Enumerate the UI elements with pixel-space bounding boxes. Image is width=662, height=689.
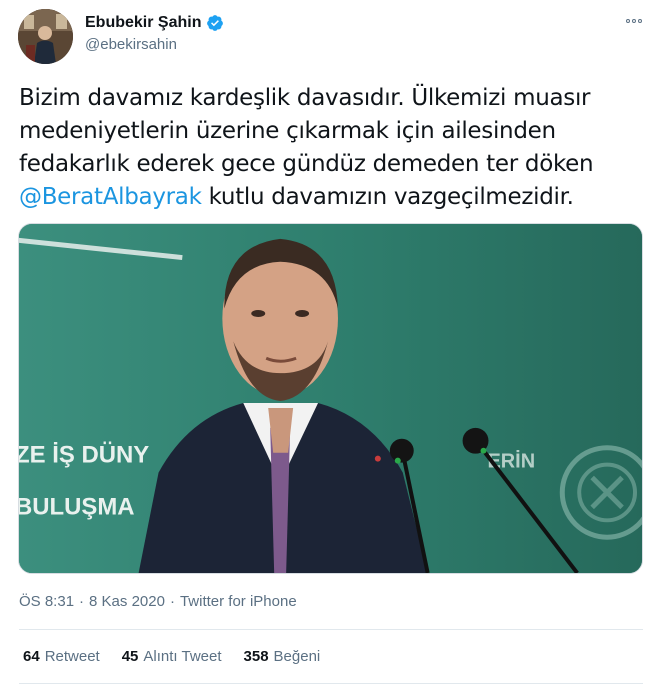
tweet-text: Bizim davamız kardeşlik davasıdır. Ülkem… bbox=[19, 82, 639, 214]
avatar[interactable] bbox=[18, 9, 73, 64]
tweet-card: Ebubekir Şahin @ebekirsahin Bizim davamı… bbox=[0, 0, 662, 689]
avatar-image bbox=[18, 9, 73, 64]
more-options-icon[interactable] bbox=[622, 12, 646, 30]
tweet-source[interactable]: Twitter for iPhone bbox=[180, 593, 297, 610]
backdrop-text-line1: ZE İŞ DÜNY bbox=[19, 442, 149, 469]
author-name-row[interactable]: Ebubekir Şahin bbox=[85, 14, 224, 32]
quote-tweets-stat[interactable]: 45 Alıntı Tweet bbox=[122, 648, 222, 665]
likes-stat[interactable]: 358 Beğeni bbox=[244, 648, 321, 665]
quote-tweets-count: 45 bbox=[121, 648, 139, 665]
divider bbox=[19, 683, 643, 684]
retweets-count: 64 bbox=[23, 648, 40, 665]
tweet-text-start: Bizim davamız kardeşlik davasıdır. Ülkem… bbox=[19, 85, 594, 177]
tweet-stats: 64 Retweet 45 Alıntı Tweet 358 Beğeni bbox=[23, 648, 320, 665]
photo-image: ZE İŞ DÜNY BULUŞMA ERİN bbox=[19, 224, 642, 573]
verified-badge-icon bbox=[207, 15, 224, 31]
quote-tweets-label: Alıntı Tweet bbox=[143, 648, 222, 665]
tweet-photo[interactable]: ZE İŞ DÜNY BULUŞMA ERİN bbox=[18, 223, 643, 574]
tweet-meta: ÖS 8:31 · 8 Kas 2020 · Twitter for iPhon… bbox=[19, 593, 297, 610]
author-display-name[interactable]: Ebubekir Şahin bbox=[85, 14, 201, 32]
mention-link[interactable]: @BeratAlbayrak bbox=[19, 184, 202, 210]
tweet-date[interactable]: 8 Kas 2020 bbox=[89, 593, 165, 610]
meta-separator: · bbox=[169, 593, 175, 610]
likes-count: 358 bbox=[243, 648, 269, 665]
backdrop-text-line2: BULUŞMA bbox=[19, 493, 135, 520]
likes-label: Beğeni bbox=[273, 648, 321, 665]
retweets-label: Retweet bbox=[44, 648, 100, 665]
tweet-time[interactable]: ÖS 8:31 bbox=[19, 593, 74, 610]
backdrop-text-right: ERİN bbox=[487, 450, 535, 473]
author-handle[interactable]: @ebekirsahin bbox=[85, 36, 177, 53]
divider bbox=[19, 629, 643, 630]
meta-separator: · bbox=[79, 593, 85, 610]
tweet-text-end: kutlu davamızın vazgeçilmezidir. bbox=[201, 184, 574, 210]
retweets-stat[interactable]: 64 Retweet bbox=[23, 648, 100, 665]
